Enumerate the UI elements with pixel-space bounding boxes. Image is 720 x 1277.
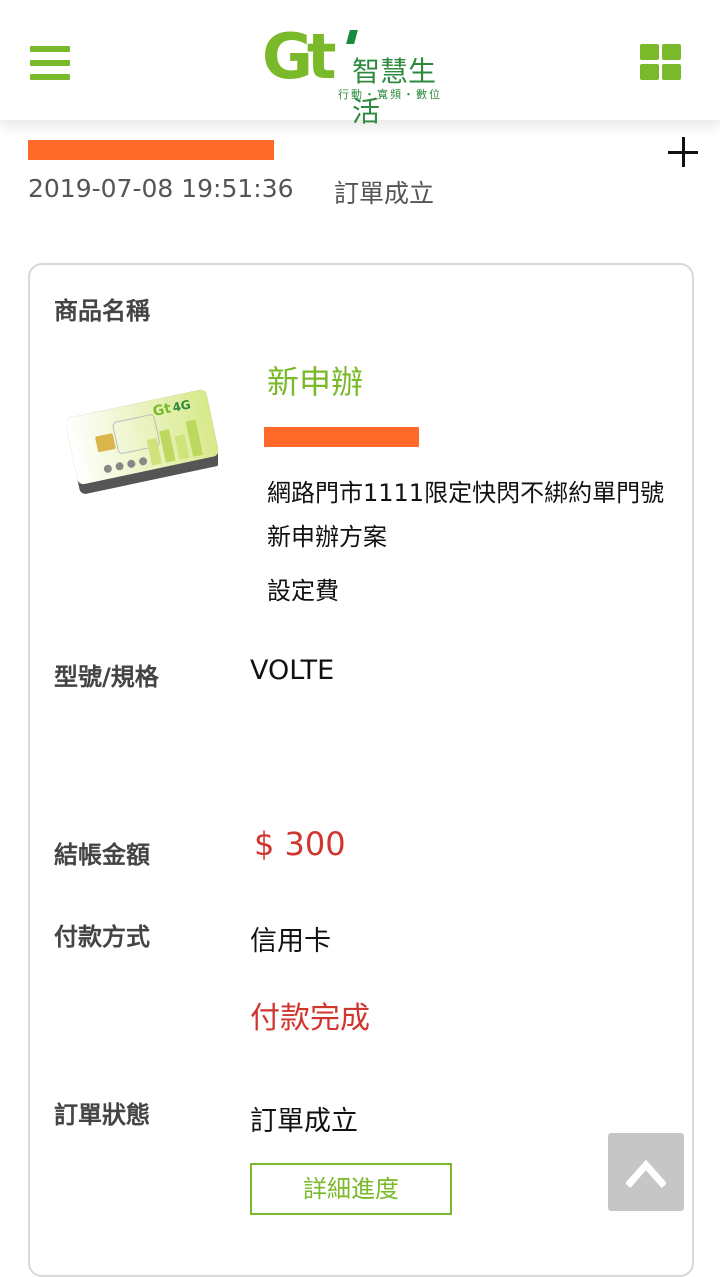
grid-icon[interactable] — [640, 44, 682, 80]
payment-method-value: 信用卡 — [250, 926, 331, 957]
payment-status: 付款完成 — [250, 1001, 370, 1036]
order-status-label: 訂單狀態 — [54, 1101, 150, 1129]
chevron-up-icon — [626, 1159, 666, 1188]
order-status-value: 訂單成立 — [250, 1106, 358, 1137]
app-header: Gt 智慧生活 行動・寬頻・數位 — [0, 0, 720, 128]
product-title: 新申辦 — [267, 363, 364, 401]
order-number-redaction — [28, 140, 274, 160]
hamburger-menu-icon[interactable] — [30, 46, 70, 80]
product-name-label: 商品名稱 — [54, 297, 150, 325]
phone-number-redaction — [264, 427, 419, 447]
logo-text: Gt — [262, 20, 336, 93]
logo-slogan: 行動・寬頻・數位 — [338, 88, 442, 101]
detail-progress-button[interactable]: 詳細進度 — [250, 1163, 452, 1215]
order-datetime: 2019-07-08 19:51:36 — [28, 174, 294, 203]
gt-logo[interactable]: Gt 智慧生活 行動・寬頻・數位 — [262, 20, 462, 128]
payment-method-label: 付款方式 — [54, 923, 150, 951]
order-detail-card: 商品名稱 Gt 4G 新申辦 網路門市1111限定快閃不綁約單門號新申辦方案 設… — [28, 263, 694, 1277]
sim-card-image: Gt 4G — [66, 389, 218, 494]
product-fee-label: 設定費 — [267, 577, 339, 605]
model-spec-label: 型號/規格 — [54, 663, 159, 691]
checkout-amount-value: $ 300 — [254, 825, 346, 863]
order-status-summary: 訂單成立 — [334, 179, 435, 208]
checkout-amount-label: 結帳金額 — [54, 841, 150, 869]
product-plan-name: 網路門市1111限定快閃不綁約單門號新申辦方案 — [267, 479, 665, 551]
scroll-top-button[interactable] — [608, 1133, 684, 1211]
plus-icon[interactable] — [664, 134, 704, 174]
logo-mark — [346, 30, 358, 44]
model-spec-value: VOLTE — [250, 655, 335, 686]
